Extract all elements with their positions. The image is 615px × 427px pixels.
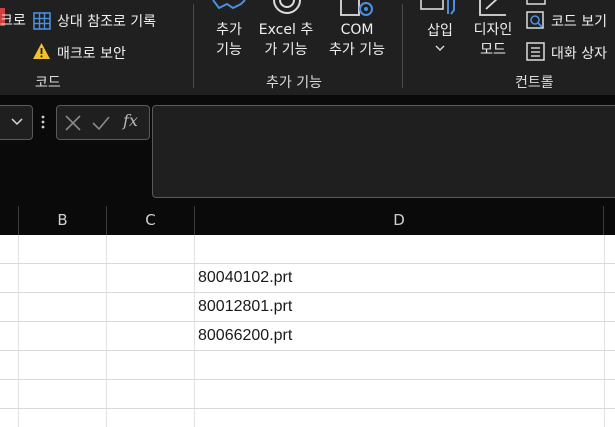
warning-icon [33,43,50,59]
cell-d2[interactable]: 80040102.prt [198,269,292,287]
properties-icon [526,0,546,5]
chevron-down-icon[interactable] [11,118,23,126]
design-mode-label-line1: 디자인 [473,22,513,38]
design-mode-label-line2: 모드 [480,42,506,58]
add-ins-label-line1: 추가 [216,22,242,38]
add-ins-icon [212,0,246,10]
macro-security-button[interactable]: 매크로 보안 [57,43,126,63]
more-options-icon[interactable] [41,115,45,129]
name-box[interactable] [0,105,33,140]
com-add-ins-label-line1: COM [340,22,374,38]
com-add-ins-icon [340,0,373,16]
formula-buttons: fx [56,105,150,140]
use-relative-references-button[interactable]: 상대 참조로 기록 [57,11,156,31]
run-dialog-button[interactable]: 대화 상자 [551,43,607,63]
add-ins-button[interactable]: 추가 기능 [205,20,253,60]
column-header-a[interactable] [0,206,19,235]
grid-line [0,350,615,351]
cell-d3[interactable]: 80012801.prt [198,298,292,316]
view-code-button[interactable]: 코드 보기 [551,11,607,31]
excel-add-ins-button[interactable]: Excel 추 가 기능 [254,20,318,60]
ribbon-formula-gap [0,95,615,105]
design-mode-icon [479,0,506,16]
com-add-ins-button[interactable]: COM 추가 기능 [320,20,394,60]
insert-controls-icon [420,0,455,15]
grid-line [0,408,615,409]
group-divider [193,4,194,88]
controls-group-label: 컨트롤 [515,75,554,91]
add-ins-group-label: 추가 기능 [266,75,322,91]
chevron-down-icon[interactable] [435,45,445,52]
column-header-c[interactable]: C [107,206,195,235]
record-macro-button[interactable]: 크로 [0,10,26,30]
code-group-label: 코드 [35,75,61,91]
column-header-d[interactable]: D [195,206,604,235]
excel-add-ins-label-line1: Excel 추 [258,22,314,38]
grid-line [0,263,615,264]
design-mode-button[interactable]: 디자인 모드 [466,20,520,60]
insert-function-button[interactable]: fx [123,111,138,130]
insert-button[interactable]: 삽입 [420,20,460,40]
grid-line [0,321,615,322]
cell-d4[interactable]: 80066200.prt [198,327,292,345]
grid-line [0,379,615,380]
column-header-e[interactable] [604,206,615,235]
ribbon: 크로 상대 참조로 기록 매크로 보안 코드 추가 기능 Excel 추 가 기… [0,0,615,95]
enter-check-icon[interactable] [91,114,111,132]
dialog-icon [526,42,545,61]
group-divider [402,4,403,88]
cancel-icon[interactable] [64,114,82,132]
add-ins-label-line2: 기능 [216,42,242,58]
column-header-b[interactable]: B [19,206,107,235]
view-code-icon [526,11,544,29]
table-grid-icon [33,12,51,30]
com-add-ins-label-line2: 추가 기능 [329,42,385,58]
gear-icon [273,0,301,14]
formula-input[interactable] [152,105,615,198]
grid-line [0,292,615,293]
excel-add-ins-label-line2: 가 기능 [264,42,308,58]
